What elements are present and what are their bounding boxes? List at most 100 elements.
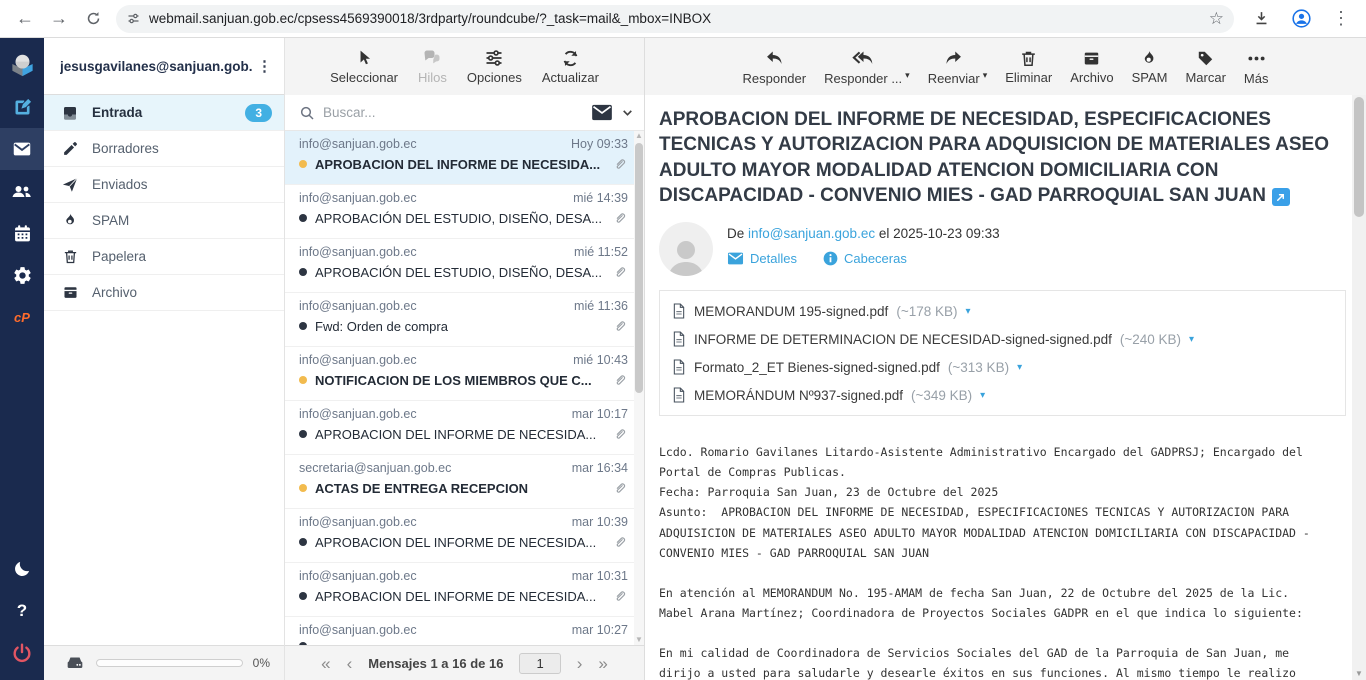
address-bar[interactable]: webmail.sanjuan.gob.ec/cpsess4569390018/… [116,5,1234,33]
read-dot-icon[interactable] [299,214,307,222]
first-page-icon[interactable]: « [321,655,330,672]
message-row[interactable]: secretaria@sanjuan.gob.ecmar 16:34 ACTAS… [285,455,634,509]
read-dot-icon[interactable] [299,322,307,330]
page-number-input[interactable]: 1 [519,653,560,674]
message-row[interactable]: info@sanjuan.gob.ecmar 10:31 APROBACION … [285,563,634,617]
app-rail: cP ? [0,38,44,680]
attachment-item[interactable]: INFORME DE DETERMINACION DE NECESIDAD-si… [672,325,1333,353]
profile-icon[interactable] [1284,4,1318,34]
msg-from: info@sanjuan.gob.ec [299,407,564,421]
next-page-icon[interactable]: › [577,655,583,672]
unread-dot-icon[interactable] [299,160,307,168]
refresh-button[interactable]: Actualizar [542,49,599,85]
reply-button[interactable]: Responder [743,48,807,86]
help-icon[interactable]: ? [0,590,44,632]
content-scrollbar-thumb[interactable] [1354,97,1364,217]
folder-archivo[interactable]: Archivo [44,275,284,311]
content-scrollbar[interactable]: ▼ [1352,95,1366,680]
browser-back-icon[interactable]: ← [8,4,42,34]
last-page-icon[interactable]: » [598,655,607,672]
select-button[interactable]: Seleccionar [330,49,398,85]
read-dot-icon[interactable] [299,592,307,600]
options-button[interactable]: Opciones [467,48,522,85]
delete-button[interactable]: Eliminar [1005,49,1052,85]
message-date: el 2025-10-23 09:33 [879,226,1000,241]
content-scroll-down-icon[interactable]: ▼ [1352,669,1366,678]
details-toggle[interactable]: Detalles [727,251,797,266]
message-row[interactable]: info@sanjuan.gob.ecHoy 09:33 APROBACION … [285,131,634,185]
dark-mode-moon-icon[interactable] [0,548,44,590]
attachment-menu-icon[interactable]: ▾ [980,390,985,401]
folder-papelera[interactable]: Papelera [44,239,284,275]
read-dot-icon[interactable] [299,430,307,438]
archive-button[interactable]: Archivo [1070,49,1113,85]
from-label: De [727,226,744,241]
message-row[interactable]: info@sanjuan.gob.ecmar 10:17 APROBACION … [285,401,634,455]
prev-page-icon[interactable]: ‹ [347,655,353,672]
scroll-up-icon[interactable]: ▲ [635,131,643,141]
search-scope-mail-icon[interactable] [591,104,613,121]
contacts-icon[interactable] [0,170,44,212]
roundcube-app: cP ? jesusgavilanes@sanjuan.gob.... ⋮ En… [0,38,1366,680]
folder-spam[interactable]: SPAM [44,203,284,239]
account-menu-icon[interactable]: ⋮ [253,57,276,75]
mark-button[interactable]: Marcar [1185,49,1225,85]
attachment-item[interactable]: Formato_2_ET Bienes-signed-signed.pdf (~… [672,353,1333,381]
attachment-menu-icon[interactable]: ▾ [1189,334,1194,345]
spam-button[interactable]: SPAM [1132,49,1168,85]
folder-borradores[interactable]: Borradores [44,131,284,167]
sender-email-link[interactable]: info@sanjuan.gob.ec [748,226,875,241]
message-row[interactable]: info@sanjuan.gob.ecmié 10:43 NOTIFICACIO… [285,347,634,401]
list-scrollbar-thumb[interactable] [635,143,643,393]
reply-all-dropdown-icon[interactable]: ▾ [905,70,910,81]
message-row[interactable]: info@sanjuan.gob.ecmar 10:27 [285,617,634,645]
headers-toggle[interactable]: Cabeceras [823,251,907,266]
site-info-icon[interactable] [126,11,141,26]
folder-enviados[interactable]: Enviados [44,167,284,203]
search-input[interactable] [323,105,583,120]
message-row[interactable]: info@sanjuan.gob.ecmié 11:36 Fwd: Orden … [285,293,634,347]
attachment-menu-icon[interactable]: ▾ [1017,362,1022,373]
browser-forward-icon[interactable]: → [42,4,76,34]
attachment-name: MEMORANDUM 195-signed.pdf [694,304,888,319]
reply-all-button[interactable]: Responder ... [824,48,902,86]
spam-label: SPAM [1132,70,1168,85]
bookmark-star-icon[interactable]: ☆ [1209,9,1224,29]
calendar-icon[interactable] [0,212,44,254]
logout-power-icon[interactable] [0,632,44,674]
unread-dot-icon[interactable] [299,376,307,384]
open-in-new-window-icon[interactable] [1272,188,1290,206]
attachment-item[interactable]: MEMORANDUM 195-signed.pdf (~178 KB) ▾ [672,297,1333,325]
message-row[interactable]: info@sanjuan.gob.ecmié 11:52 APROBACIÓN … [285,239,634,293]
cursor-icon [355,49,374,68]
scroll-down-icon[interactable]: ▼ [635,635,643,645]
message-row[interactable]: info@sanjuan.gob.ecmar 10:39 APROBACION … [285,509,634,563]
reply-label: Responder [743,71,807,86]
forward-dropdown-icon[interactable]: ▾ [983,70,988,81]
mail-icon[interactable] [0,128,44,170]
list-scrollbar[interactable]: ▲ ▼ [634,131,644,645]
folder-entrada[interactable]: Entrada 3 [44,95,284,131]
attachment-paperclip-icon [612,156,628,172]
compose-icon[interactable] [0,86,44,128]
unread-dot-icon[interactable] [299,484,307,492]
download-icon[interactable] [1244,4,1278,34]
message-row[interactable]: info@sanjuan.gob.ecmié 14:39 APROBACIÓN … [285,185,634,239]
forward-button[interactable]: Reenviar [928,48,980,86]
cpanel-icon[interactable]: cP [0,296,44,338]
folder-label: Entrada [92,105,142,120]
read-dot-icon[interactable] [299,642,307,645]
url-text[interactable]: webmail.sanjuan.gob.ec/cpsess4569390018/… [149,11,1209,26]
attachment-menu-icon[interactable]: ▾ [966,306,971,317]
browser-menu-icon[interactable]: ⋮ [1324,4,1358,34]
attachment-size: (~178 KB) [896,304,957,319]
attachment-item[interactable]: MEMORÁNDUM Nº937-signed.pdf (~349 KB) ▾ [672,381,1333,409]
more-button[interactable]: Más [1244,48,1269,86]
roundcube-logo-icon[interactable] [0,44,44,86]
settings-gear-icon[interactable] [0,254,44,296]
read-dot-icon[interactable] [299,268,307,276]
threads-button[interactable]: Hilos [418,48,447,85]
read-dot-icon[interactable] [299,538,307,546]
search-options-chevron-icon[interactable] [621,106,634,119]
browser-refresh-icon[interactable] [76,4,110,34]
